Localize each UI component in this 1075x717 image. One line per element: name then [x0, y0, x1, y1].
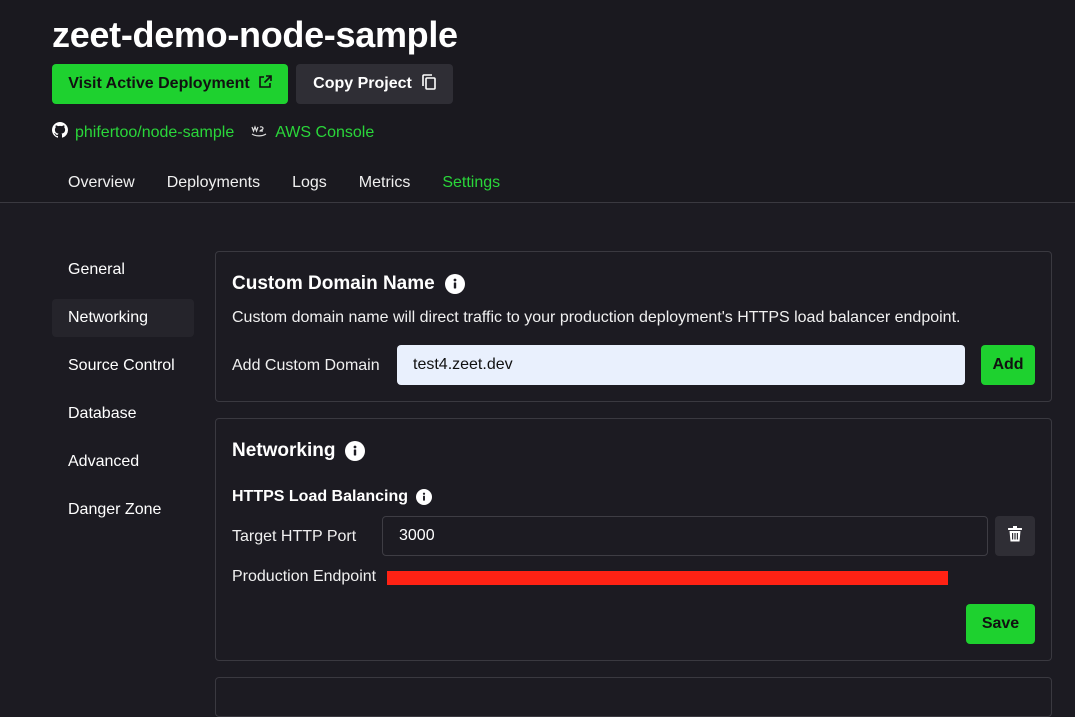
sidebar-item-networking[interactable]: Networking — [52, 299, 194, 337]
sidebar-item-danger-zone[interactable]: Danger Zone — [52, 491, 194, 529]
sidebar-item-database[interactable]: Database — [52, 395, 194, 433]
project-tabs: Overview Deployments Logs Metrics Settin… — [52, 170, 516, 196]
copy-icon — [422, 73, 436, 95]
project-header: zeet-demo-node-sample Visit Active Deplo… — [0, 0, 1075, 203]
redacted-endpoint — [387, 571, 948, 585]
add-domain-button[interactable]: Add — [981, 345, 1035, 385]
aws-console-link[interactable]: AWS Console — [250, 124, 374, 142]
project-links: phifertoo/node-sample AWS Console — [52, 122, 374, 143]
external-link-icon — [258, 74, 272, 94]
page-title: zeet-demo-node-sample — [52, 14, 458, 55]
tab-logs[interactable]: Logs — [276, 170, 343, 196]
add-custom-domain-label: Add Custom Domain — [232, 357, 380, 374]
info-icon[interactable] — [345, 441, 366, 461]
custom-domain-title-row: Custom Domain Name — [232, 273, 465, 295]
repo-link[interactable]: phifertoo/node-sample — [52, 122, 234, 143]
copy-button-label: Copy Project — [313, 75, 412, 92]
https-load-balancing-title: HTTPS Load Balancing — [232, 488, 409, 505]
sidebar-item-general[interactable]: General — [52, 251, 194, 289]
trash-icon — [1008, 525, 1022, 547]
tab-metrics[interactable]: Metrics — [343, 170, 427, 196]
custom-domain-card: Custom Domain Name Custom domain name wi… — [215, 251, 1052, 402]
aws-icon — [250, 124, 268, 142]
networking-title: Networking — [232, 440, 336, 461]
custom-domain-description: Custom domain name will direct traffic t… — [232, 309, 961, 326]
visit-button-label: Visit Active Deployment — [68, 75, 250, 92]
target-port-input[interactable]: 3000 — [382, 516, 988, 556]
next-settings-card — [215, 677, 1052, 717]
sidebar-item-advanced[interactable]: Advanced — [52, 443, 194, 481]
repo-link-label: phifertoo/node-sample — [75, 123, 235, 141]
copy-project-button[interactable]: Copy Project — [296, 64, 453, 104]
networking-card: Networking HTTPS Load Balancing Target H… — [215, 418, 1052, 661]
sidebar-item-source-control[interactable]: Source Control — [52, 347, 194, 385]
info-icon[interactable] — [416, 489, 433, 505]
tab-settings[interactable]: Settings — [426, 170, 516, 196]
tab-deployments[interactable]: Deployments — [151, 170, 276, 196]
https-load-balancing-row: HTTPS Load Balancing — [232, 488, 433, 506]
settings-sidebar: General Networking Source Control Databa… — [52, 251, 194, 539]
tab-overview[interactable]: Overview — [52, 170, 151, 196]
github-icon — [52, 122, 69, 143]
delete-port-button[interactable] — [995, 516, 1035, 556]
production-endpoint-label: Production Endpoint — [232, 568, 377, 585]
info-icon[interactable] — [444, 274, 465, 294]
target-port-label: Target HTTP Port — [232, 528, 357, 545]
networking-title-row: Networking — [232, 440, 366, 462]
custom-domain-title: Custom Domain Name — [232, 273, 435, 294]
visit-active-deployment-button[interactable]: Visit Active Deployment — [52, 64, 288, 104]
custom-domain-input[interactable]: test4.zeet.dev — [397, 345, 965, 385]
save-button[interactable]: Save — [966, 604, 1035, 644]
aws-console-label: AWS Console — [275, 123, 375, 141]
